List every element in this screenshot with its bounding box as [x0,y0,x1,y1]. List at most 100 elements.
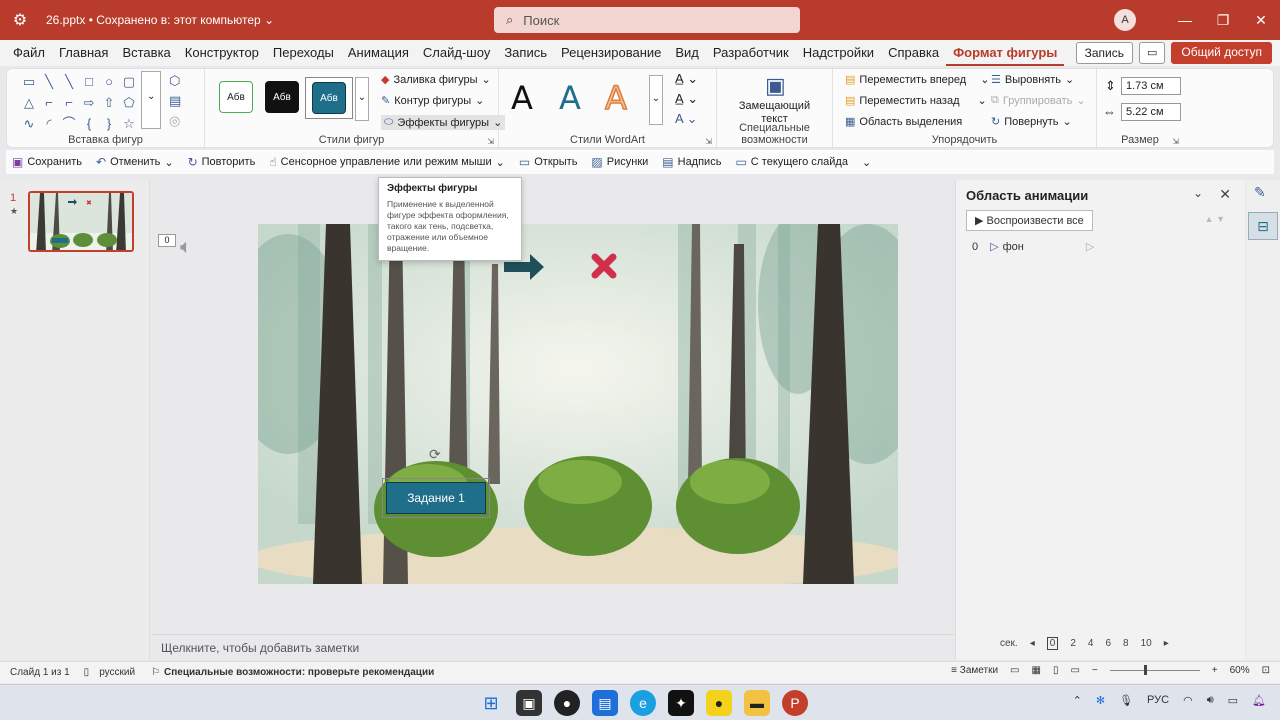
align-button[interactable]: ☰ Выровнять ⌄ [991,73,1074,87]
pentagon-shape-icon[interactable]: ⬠ [119,94,139,112]
tab-file[interactable]: Файл [6,40,52,66]
zoom-slider-thumb[interactable] [1143,665,1147,675]
tab-record[interactable]: Запись [497,40,554,66]
bluetooth-icon[interactable]: ✻ [1096,694,1105,707]
dialog-launcher-icon[interactable]: ⇲ [705,137,712,146]
close-icon[interactable]: ✕ [1219,186,1231,203]
tab-home[interactable]: Главная [52,40,115,66]
store-icon[interactable]: ▤ [592,690,618,716]
tab-slideshow[interactable]: Слайд-шоу [416,40,497,66]
slide[interactable]: Задание 1 ⟳ [258,224,898,584]
width-input[interactable]: 5.22 см [1121,103,1181,121]
zoom-level[interactable]: 60% [1230,665,1250,676]
play-all-button[interactable]: ▶ Воспроизвести все [966,210,1093,231]
freeform-shape-icon[interactable]: ∿ [19,115,39,133]
tab-insert[interactable]: Вставка [115,40,177,66]
share-button[interactable]: Общий доступ [1171,42,1272,64]
wifi-icon[interactable]: ◠ [1183,694,1193,707]
chevron-right-icon[interactable]: ▸ [1164,638,1169,649]
oval-shape-icon[interactable]: ○ [99,73,119,91]
maximize-button[interactable]: ❐ [1204,12,1242,29]
tab-review[interactable]: Рецензирование [554,40,668,66]
open-button[interactable]: ▭ Открыть [519,155,578,169]
tab-view[interactable]: Вид [668,40,706,66]
tab-shape-format[interactable]: Формат фигуры [946,40,1065,66]
accessibility-status[interactable]: ⚐ Специальные возможности: проверьте рек… [151,667,434,678]
rotate-handle-icon[interactable]: ⟳ [429,446,441,463]
chevron-up-icon[interactable]: ⌃ [1073,694,1082,707]
tab-addins[interactable]: Надстройки [796,40,881,66]
rectangle-shape-icon[interactable]: □ [79,73,99,91]
zoom-slider[interactable] [1109,665,1200,675]
bring-forward-button[interactable]: ▤ Переместить вперед ⌄ [845,73,989,87]
close-button[interactable]: ✕ [1242,12,1280,29]
alt-text-icon[interactable]: ▣ [765,73,786,99]
arrow-shape-icon[interactable]: ⇨ [79,94,99,112]
animation-order-tag[interactable]: 0 [158,234,176,247]
format-pane-icon[interactable]: ✎ [1254,184,1266,201]
curve-shape-icon[interactable]: ⌒ [59,115,79,133]
language-indicator[interactable]: русский [99,667,135,678]
slide-sorter-icon[interactable]: ▦ [1031,665,1040,676]
dialog-launcher-icon[interactable]: ⇲ [1172,137,1179,146]
chevron-down-icon[interactable]: ⌄ [355,77,369,121]
dialog-launcher-icon[interactable]: ⇲ [487,137,494,146]
zoom-out-icon[interactable]: − [1092,665,1098,676]
tab-design[interactable]: Конструктор [178,40,266,66]
folder-icon[interactable]: ▬ [744,690,770,716]
style-sample-2[interactable]: Абв [265,81,299,113]
chevron-down-icon[interactable]: ⌄ [649,75,663,125]
app-icon[interactable]: ✦ [668,690,694,716]
wordart-sample-2[interactable]: A [559,79,581,117]
height-input[interactable]: 1.73 см [1121,77,1181,95]
style-sample-3[interactable]: Абв [312,82,346,114]
fill-button[interactable]: ◆ Заливка фигуры ⌄ [381,73,491,87]
rotate-button[interactable]: ↻ Повернуть ⌄ [991,115,1072,129]
search-box[interactable]: ⌕ Поиск [494,7,800,33]
minimize-button[interactable]: — [1166,12,1204,28]
timeline-unit[interactable]: сек. [1000,638,1018,649]
line-shape-icon[interactable]: ╲ [39,73,59,91]
chevron-down-icon[interactable]: ⌄ [147,91,155,102]
touch-mode-button[interactable]: ☝ Сенсорное управление или режим мыши ⌄ [269,155,505,169]
animation-item[interactable]: 0 ▷ фон ▷ [972,240,1094,254]
customize-qat-button[interactable]: ⌄ [862,156,871,169]
edit-shape-icon[interactable]: ⬡ [169,73,180,89]
notes-area[interactable]: Щелкните, чтобы добавить заметки [152,634,954,660]
tab-developer[interactable]: Разработчик [706,40,796,66]
notes-toggle[interactable]: ≡ Заметки [951,665,998,676]
redo-button[interactable]: ↻ Повторить [188,155,256,169]
brace-shape-icon[interactable]: { [79,115,99,133]
avatar[interactable]: A [1114,9,1136,31]
style-sample-1[interactable]: Абв [219,81,253,113]
reading-view-icon[interactable]: ▯ [1053,665,1059,676]
undo-button[interactable]: ↶ Отменить ⌄ [96,155,174,169]
from-current-slide-button[interactable]: ▭ С текущего слайда [735,155,848,169]
powerpoint-app-icon[interactable]: ⚙ [0,10,40,30]
windows-start-icon[interactable]: ⊞ [478,690,504,716]
star-shape-icon[interactable]: ☆ [119,115,139,133]
document-title[interactable]: 26.pptx • Сохранено в: этот компьютер ⌄ [46,13,274,27]
language-switch[interactable]: РУС [1147,694,1169,707]
tab-help[interactable]: Справка [881,40,946,66]
spellcheck-icon[interactable]: ▯ [84,667,90,678]
task-view-icon[interactable]: ▣ [516,690,542,716]
notification-icon[interactable]: 🔔︎ [1252,694,1266,707]
save-button[interactable]: ▣ Сохранить [12,155,82,169]
animation-pane-icon[interactable]: ⊟ [1248,212,1278,240]
fit-slide-icon[interactable]: ⊡ [1262,665,1270,676]
pictures-button[interactable]: ▨ Рисунки [591,155,648,169]
comment-button[interactable]: ▭ [1138,42,1166,64]
style-sample-3-frame[interactable]: Абв [305,77,353,119]
tab-transitions[interactable]: Переходы [266,40,341,66]
zoom-in-icon[interactable]: + [1212,665,1218,676]
wordart-sample-1[interactable]: A [511,79,533,117]
app-icon[interactable]: ● [554,690,580,716]
edge-icon[interactable]: e [630,690,656,716]
app-icon[interactable]: ● [706,690,732,716]
textbox-icon[interactable]: ▤ [169,93,181,109]
effects-button[interactable]: ⬭ Эффекты фигуры ⌄ [381,115,506,130]
text-fill-icon[interactable]: A̲ ⌄ [675,71,698,87]
slide-thumbnail[interactable]: ✖ [28,191,134,252]
selection-pane-button[interactable]: ▦ Область выделения [845,115,962,129]
